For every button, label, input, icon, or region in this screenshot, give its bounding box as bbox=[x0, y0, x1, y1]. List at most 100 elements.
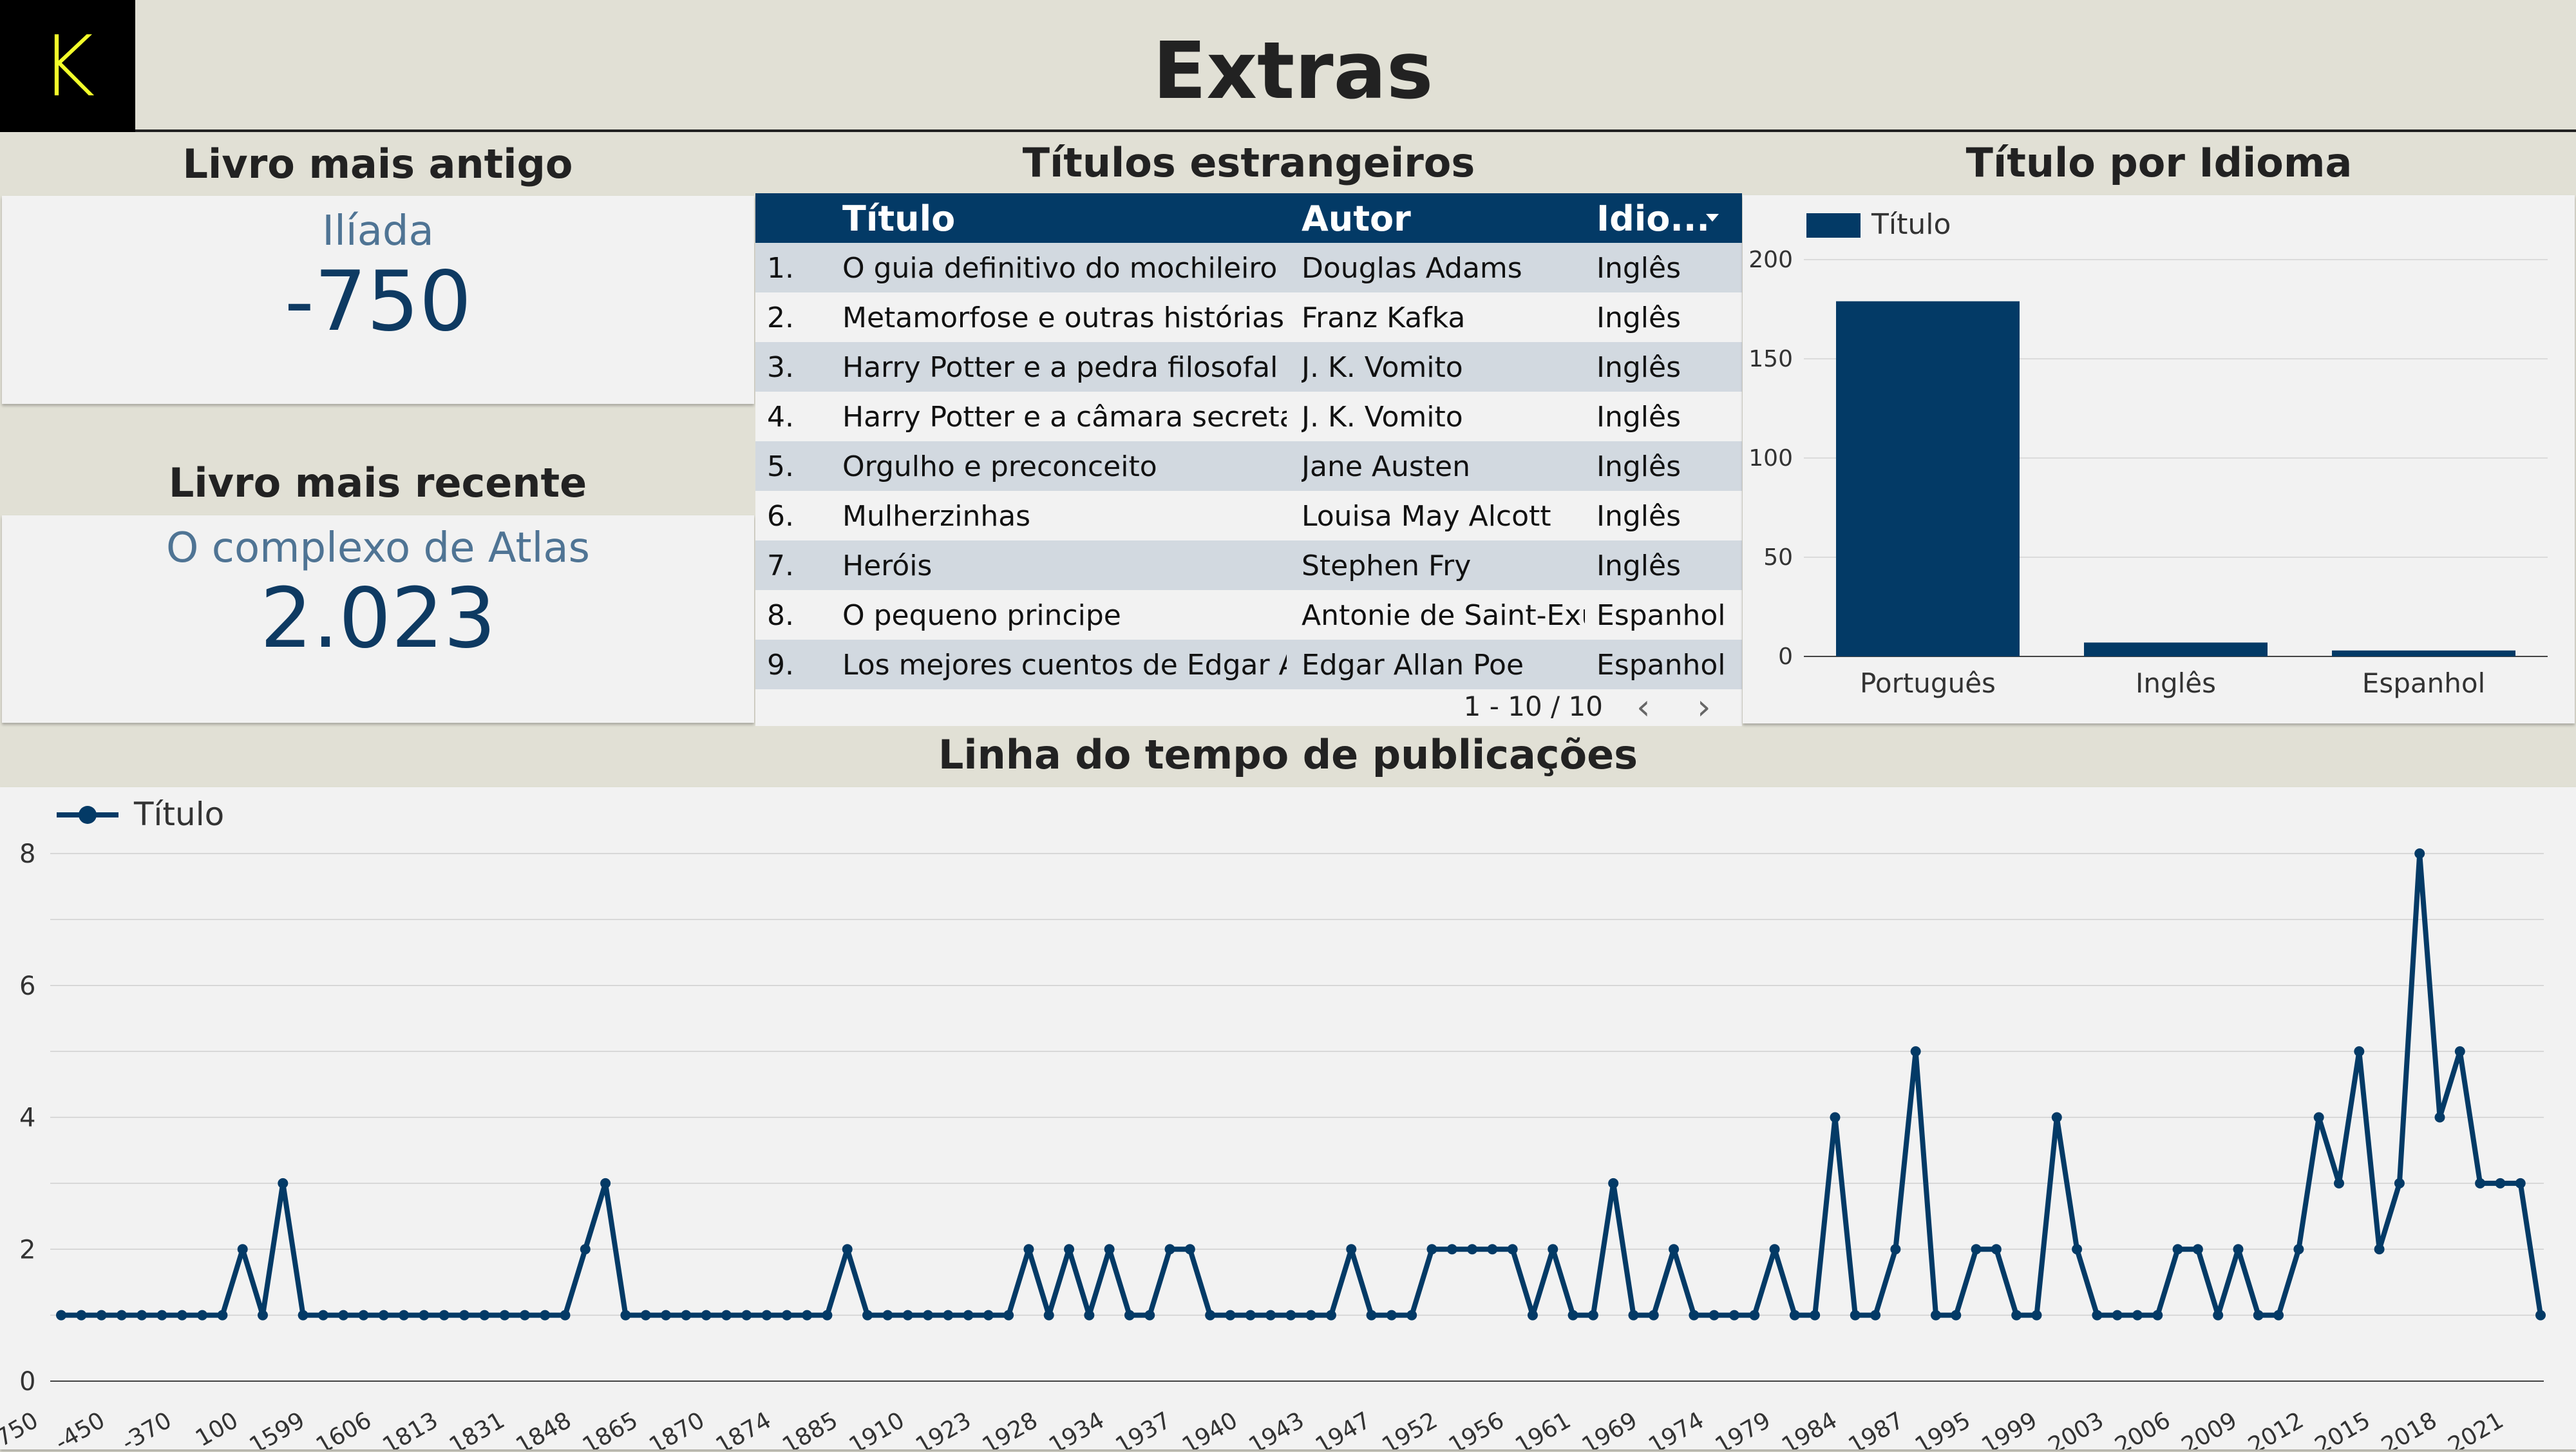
data-point[interactable] bbox=[802, 1310, 813, 1321]
data-point[interactable] bbox=[2495, 1178, 2506, 1189]
data-point[interactable] bbox=[2092, 1310, 2103, 1321]
caret-down-icon[interactable] bbox=[1705, 211, 1720, 224]
data-point[interactable] bbox=[399, 1310, 410, 1321]
data-point[interactable] bbox=[2293, 1244, 2304, 1255]
data-point[interactable] bbox=[176, 1310, 187, 1321]
data-point[interactable] bbox=[922, 1310, 933, 1321]
data-point[interactable] bbox=[661, 1310, 672, 1321]
data-point[interactable] bbox=[56, 1310, 66, 1321]
data-point[interactable] bbox=[560, 1310, 571, 1321]
data-point[interactable] bbox=[1225, 1310, 1236, 1321]
data-point[interactable] bbox=[1648, 1310, 1659, 1321]
data-point[interactable] bbox=[1548, 1244, 1558, 1255]
data-point[interactable] bbox=[2414, 848, 2425, 859]
data-point[interactable] bbox=[1426, 1244, 1437, 1255]
data-point[interactable] bbox=[459, 1310, 470, 1321]
data-point[interactable] bbox=[2454, 1046, 2465, 1057]
data-point[interactable] bbox=[882, 1310, 893, 1321]
data-point[interactable] bbox=[721, 1310, 732, 1321]
table-row[interactable]: 2. Metamorfose e outras histórias Franz Ka… bbox=[755, 292, 1742, 342]
data-point[interactable] bbox=[1709, 1310, 1719, 1321]
data-point[interactable] bbox=[197, 1310, 208, 1321]
data-point[interactable] bbox=[2374, 1244, 2385, 1255]
table-row[interactable]: 9. Los mejores cuentos de Edgar Alla... Ed… bbox=[755, 640, 1742, 689]
data-point[interactable] bbox=[1810, 1310, 1821, 1321]
data-point[interactable] bbox=[1669, 1244, 1680, 1255]
data-point[interactable] bbox=[258, 1310, 269, 1321]
data-point[interactable] bbox=[681, 1310, 692, 1321]
data-point[interactable] bbox=[862, 1310, 873, 1321]
data-point[interactable] bbox=[1749, 1310, 1760, 1321]
data-point[interactable] bbox=[2213, 1310, 2224, 1321]
data-point[interactable] bbox=[1124, 1310, 1135, 1321]
data-point[interactable] bbox=[479, 1310, 490, 1321]
data-point[interactable] bbox=[1346, 1244, 1357, 1255]
data-point[interactable] bbox=[1830, 1112, 1841, 1123]
data-point[interactable] bbox=[278, 1178, 289, 1189]
data-point[interactable] bbox=[761, 1310, 772, 1321]
data-point[interactable] bbox=[156, 1310, 167, 1321]
data-point[interactable] bbox=[2273, 1310, 2284, 1321]
data-point[interactable] bbox=[2394, 1178, 2405, 1189]
bar[interactable] bbox=[1836, 301, 2020, 656]
data-point[interactable] bbox=[1991, 1244, 2002, 1255]
data-point[interactable] bbox=[317, 1310, 328, 1321]
data-point[interactable] bbox=[2313, 1112, 2324, 1123]
data-point[interactable] bbox=[1951, 1310, 1962, 1321]
data-point[interactable] bbox=[1850, 1310, 1861, 1321]
data-point[interactable] bbox=[1507, 1244, 1518, 1255]
data-point[interactable] bbox=[338, 1310, 349, 1321]
data-point[interactable] bbox=[842, 1244, 853, 1255]
data-point[interactable] bbox=[1184, 1244, 1195, 1255]
column-header-autor[interactable]: Autor bbox=[1302, 198, 1411, 239]
data-point[interactable] bbox=[701, 1310, 712, 1321]
data-point[interactable] bbox=[1890, 1244, 1901, 1255]
data-point[interactable] bbox=[439, 1310, 450, 1321]
data-point[interactable] bbox=[2515, 1178, 2526, 1189]
data-point[interactable] bbox=[1487, 1244, 1498, 1255]
data-point[interactable] bbox=[237, 1244, 248, 1255]
data-point[interactable] bbox=[1971, 1244, 1982, 1255]
data-point[interactable] bbox=[1628, 1310, 1639, 1321]
data-point[interactable] bbox=[378, 1310, 389, 1321]
data-point[interactable] bbox=[1325, 1310, 1336, 1321]
data-point[interactable] bbox=[1689, 1310, 1700, 1321]
data-point[interactable] bbox=[1406, 1310, 1417, 1321]
data-point[interactable] bbox=[781, 1310, 792, 1321]
data-point[interactable] bbox=[2475, 1178, 2486, 1189]
data-point[interactable] bbox=[1769, 1244, 1780, 1255]
data-point[interactable] bbox=[741, 1310, 752, 1321]
data-point[interactable] bbox=[1043, 1310, 1054, 1321]
data-point[interactable] bbox=[499, 1310, 510, 1321]
data-point[interactable] bbox=[2535, 1310, 2546, 1321]
data-point[interactable] bbox=[1789, 1310, 1800, 1321]
data-point[interactable] bbox=[2072, 1244, 2083, 1255]
data-point[interactable] bbox=[1366, 1310, 1377, 1321]
table-row[interactable]: 8. O pequeno principe Antonie de Saint-Exu… bbox=[755, 590, 1742, 640]
data-point[interactable] bbox=[2112, 1310, 2123, 1321]
data-point[interactable] bbox=[1064, 1244, 1075, 1255]
data-point[interactable] bbox=[963, 1310, 974, 1321]
data-point[interactable] bbox=[1608, 1178, 1619, 1189]
data-point[interactable] bbox=[1003, 1310, 1014, 1321]
data-point[interactable] bbox=[519, 1310, 530, 1321]
data-point[interactable] bbox=[1245, 1310, 1256, 1321]
table-row[interactable]: 3. Harry Potter e a pedra filosofal J. K. … bbox=[755, 342, 1742, 392]
data-point[interactable] bbox=[1265, 1310, 1276, 1321]
data-point[interactable] bbox=[217, 1310, 228, 1321]
data-point[interactable] bbox=[1587, 1310, 1598, 1321]
data-point[interactable] bbox=[1467, 1244, 1478, 1255]
data-point[interactable] bbox=[2172, 1244, 2183, 1255]
data-point[interactable] bbox=[358, 1310, 369, 1321]
bar[interactable] bbox=[2332, 650, 2515, 656]
data-point[interactable] bbox=[2253, 1310, 2264, 1321]
data-point[interactable] bbox=[620, 1310, 631, 1321]
data-point[interactable] bbox=[822, 1310, 833, 1321]
data-point[interactable] bbox=[1305, 1310, 1316, 1321]
data-point[interactable] bbox=[1910, 1046, 1921, 1057]
data-point[interactable] bbox=[1023, 1244, 1034, 1255]
data-point[interactable] bbox=[2011, 1310, 2022, 1321]
table-row[interactable]: 4. Harry Potter e a câmara secreta J. K. V… bbox=[755, 392, 1742, 441]
data-point[interactable] bbox=[1930, 1310, 1941, 1321]
data-point[interactable] bbox=[2051, 1112, 2062, 1123]
